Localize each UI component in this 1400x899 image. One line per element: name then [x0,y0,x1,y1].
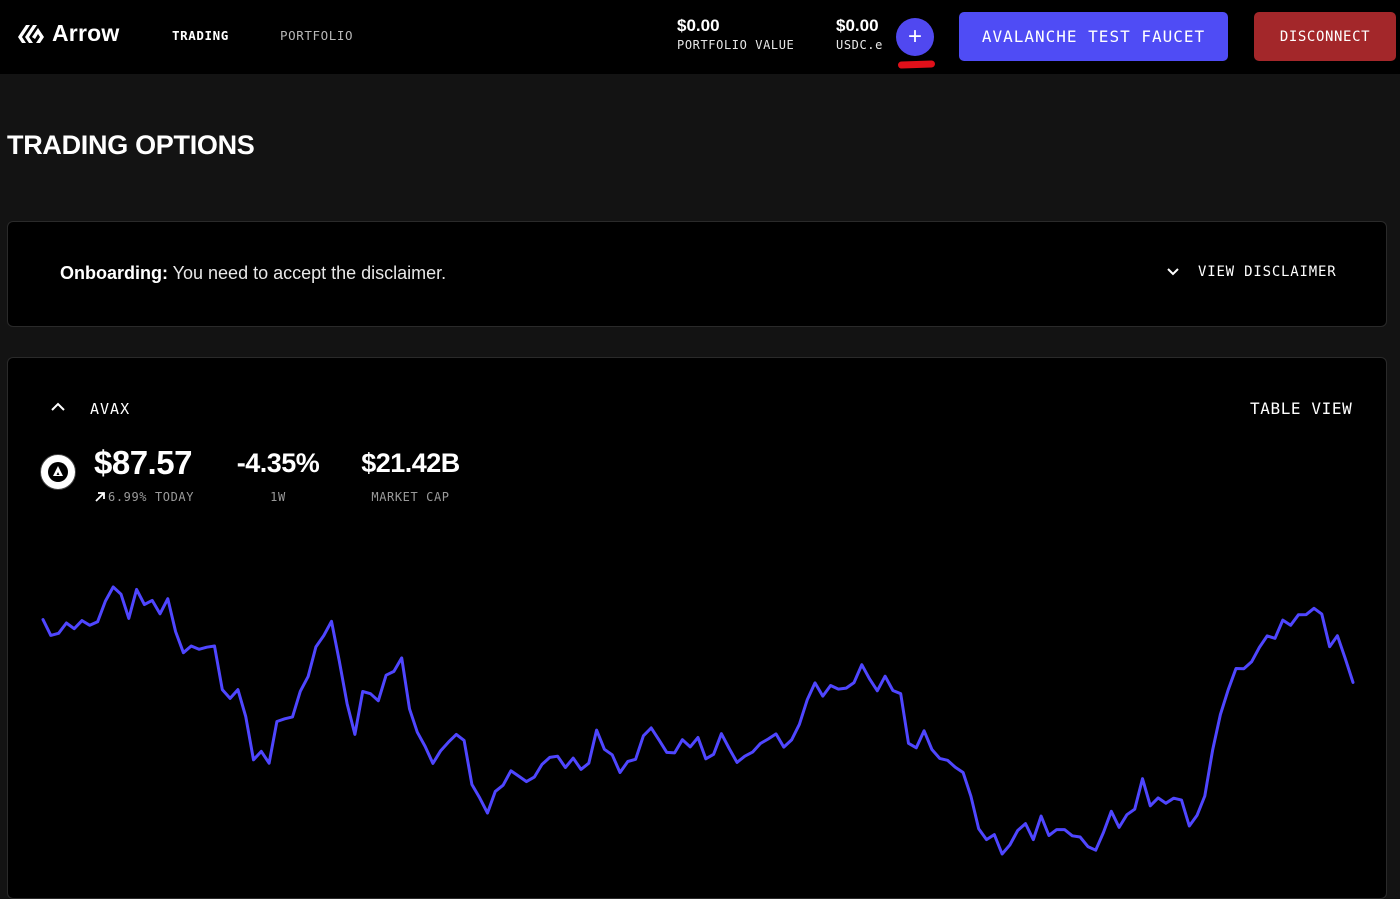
price-series-line [41,585,1355,856]
usdc-balance-stat: $0.00 USDC.e [836,16,883,52]
onboarding-banner: Onboarding: You need to accept the discl… [7,221,1387,327]
view-disclaimer-toggle[interactable]: VIEW DISCLAIMER [1166,264,1336,280]
portfolio-value-label: PORTFOLIO VALUE [677,38,795,52]
top-navigation-bar: Arrow TRADING PORTFOLIO $0.00 PORTFOLIO … [0,0,1400,74]
nav-portfolio[interactable]: PORTFOLIO [280,28,353,43]
add-funds-button[interactable]: + [896,18,934,56]
onboarding-message-text: You need to accept the disclaimer. [167,263,447,283]
arrow-logo[interactable]: Arrow [16,20,119,47]
view-disclaimer-label: VIEW DISCLAIMER [1198,264,1337,280]
usdc-balance: $0.00 [836,16,879,35]
avalanche-faucet-button[interactable]: AVALANCHE TEST FAUCET [959,12,1228,61]
brand-name: Arrow [52,20,120,46]
usdc-label: USDC.e [836,38,883,52]
arrow-logo-icon [18,24,44,43]
annotation-underline-mark [897,60,936,69]
page-title: TRADING OPTIONS [7,130,255,160]
price-line-chart [41,585,1355,856]
chevron-down-icon [1167,268,1179,276]
disconnect-button[interactable]: DISCONNECT [1254,12,1396,61]
portfolio-value-stat: $0.00 PORTFOLIO VALUE [677,16,794,52]
asset-card-avax: AVAX TABLE VIEW $87.57 6.99% TODAY -4.35… [7,357,1387,899]
onboarding-label: Onboarding: [60,263,168,283]
nav-trading[interactable]: TRADING [172,28,229,43]
portfolio-value: $0.00 [677,16,720,35]
onboarding-message: Onboarding: You need to accept the discl… [60,263,446,284]
